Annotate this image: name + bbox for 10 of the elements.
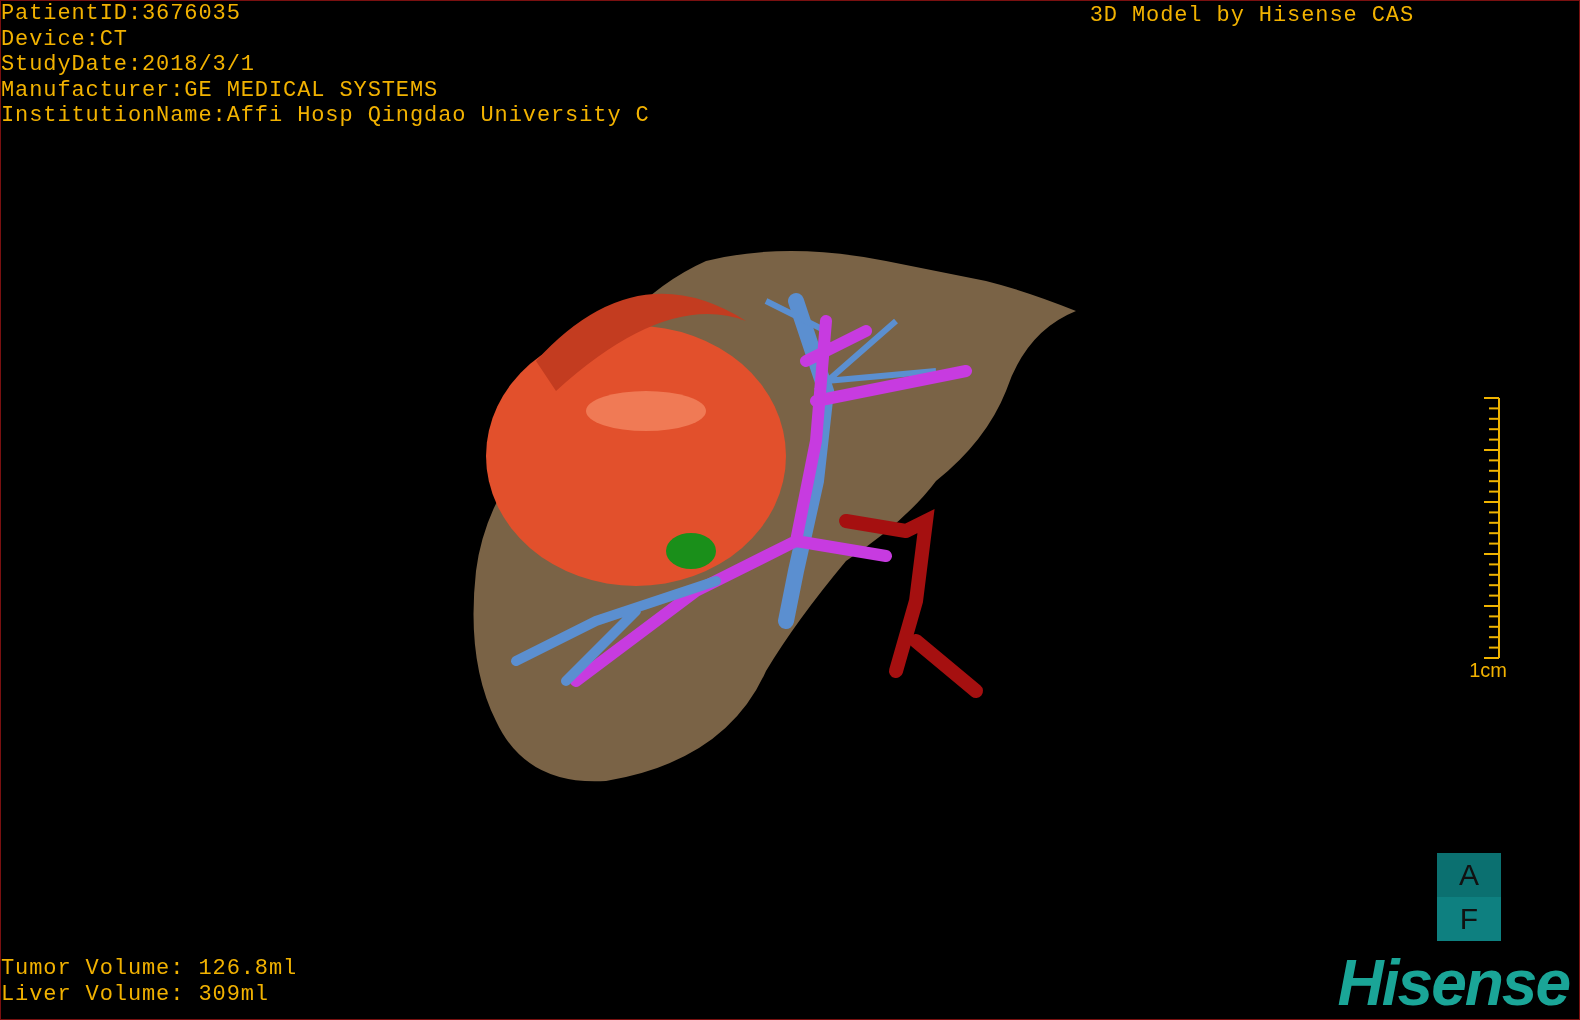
scale-label: 1cm <box>1469 658 1507 682</box>
volume-text: Tumor Volume: 126.8ml <box>1 956 298 982</box>
info-text: Manufacturer:GE MEDICAL SYSTEMS <box>1 77 440 103</box>
info-text: Device:CT <box>1 26 129 52</box>
info-text: InstitutionName:Affi Hosp Qingdao University C <box>1 103 650 129</box>
info-text: StudyDate:2018/3/1 <box>1 52 256 78</box>
viewer-title: 3D Model by Hisense CAS <box>1089 2 1414 30</box>
info-text: PatientID:3676035 <box>1 1 242 27</box>
brand-logo: Hisense <box>1337 947 1571 1019</box>
volume-text: Liver Volume: 309ml <box>1 981 270 1007</box>
